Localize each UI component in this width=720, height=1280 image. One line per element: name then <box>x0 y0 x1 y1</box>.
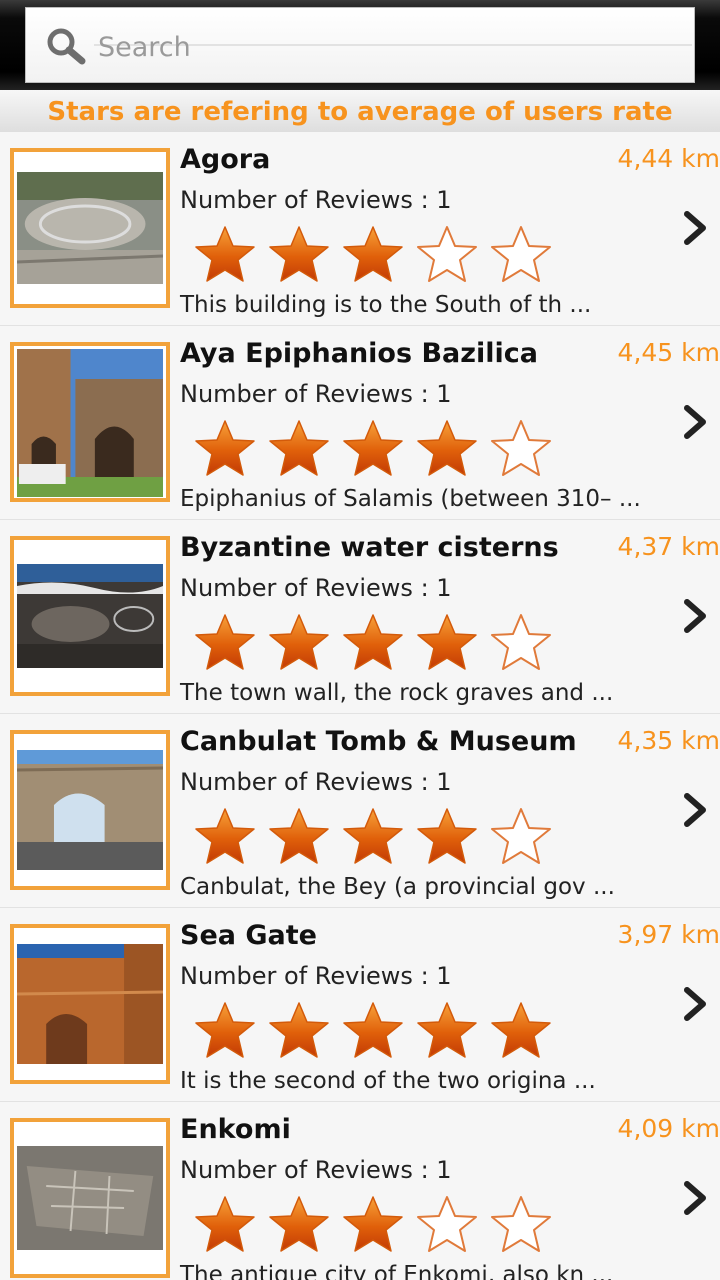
star-filled-icon <box>417 614 477 670</box>
review-count: Number of Reviews : 1 <box>180 962 452 990</box>
chevron-right-icon[interactable] <box>680 208 710 248</box>
place-title: Canbulat Tomb & Museum <box>180 726 577 757</box>
place-thumbnail <box>10 924 170 1084</box>
review-count: Number of Reviews : 1 <box>180 380 452 408</box>
review-count: Number of Reviews : 1 <box>180 574 452 602</box>
place-description: Epiphanius of Salamis (between 310– ... <box>180 486 641 512</box>
place-thumbnail <box>10 148 170 308</box>
star-filled-icon <box>343 1002 403 1058</box>
list-item[interactable]: Sea Gate 3,97 km Number of Reviews : 1 I… <box>0 908 720 1102</box>
star-filled-icon <box>343 614 403 670</box>
star-filled-icon <box>269 1002 329 1058</box>
star-filled-icon <box>269 808 329 864</box>
rating-info-banner: Stars are refering to average of users r… <box>0 90 720 132</box>
review-count: Number of Reviews : 1 <box>180 186 452 214</box>
top-bar <box>0 0 720 90</box>
chevron-right-icon[interactable] <box>680 790 710 830</box>
star-rating <box>192 224 572 284</box>
place-title: Agora <box>180 144 271 175</box>
place-description: Canbulat, the Bey (a provincial gov ... <box>180 874 615 900</box>
place-distance: 3,97 km <box>617 920 720 949</box>
star-rating <box>192 418 572 478</box>
star-filled-icon <box>195 1002 255 1058</box>
list-item[interactable]: Aya Epiphanios Bazilica 4,45 km Number o… <box>0 326 720 520</box>
search-input[interactable] <box>98 26 678 68</box>
place-description: This building is to the South of th ... <box>180 292 592 318</box>
star-filled-icon <box>195 1196 255 1252</box>
place-title: Aya Epiphanios Bazilica <box>180 338 538 369</box>
star-filled-icon <box>195 226 255 282</box>
star-empty-icon <box>491 1196 551 1252</box>
star-filled-icon <box>195 614 255 670</box>
list-item[interactable]: Byzantine water cisterns 4,37 km Number … <box>0 520 720 714</box>
place-title: Sea Gate <box>180 920 317 951</box>
star-filled-icon <box>491 1002 551 1058</box>
star-empty-icon <box>417 1196 477 1252</box>
star-filled-icon <box>417 420 477 476</box>
place-distance: 4,44 km <box>617 144 720 173</box>
star-filled-icon <box>195 420 255 476</box>
place-distance: 4,37 km <box>617 532 720 561</box>
place-distance: 4,09 km <box>617 1114 720 1143</box>
place-description: The town wall, the rock graves and ... <box>180 680 614 706</box>
place-thumbnail <box>10 1118 170 1278</box>
place-distance: 4,35 km <box>617 726 720 755</box>
chevron-right-icon[interactable] <box>680 1178 710 1218</box>
place-description: The antique city of Enkomi, also kn ... <box>180 1262 614 1280</box>
star-filled-icon <box>269 420 329 476</box>
search-icon <box>47 28 86 65</box>
review-count: Number of Reviews : 1 <box>180 768 452 796</box>
chevron-right-icon[interactable] <box>680 402 710 442</box>
place-thumbnail <box>10 730 170 890</box>
star-filled-icon <box>195 808 255 864</box>
places-list: Agora 4,44 km Number of Reviews : 1 This… <box>0 132 720 1280</box>
list-item[interactable]: Agora 4,44 km Number of Reviews : 1 This… <box>0 132 720 326</box>
star-filled-icon <box>343 808 403 864</box>
star-rating <box>192 1194 572 1254</box>
place-distance: 4,45 km <box>617 338 720 367</box>
chevron-right-icon[interactable] <box>680 984 710 1024</box>
star-filled-icon <box>417 1002 477 1058</box>
star-filled-icon <box>417 808 477 864</box>
star-filled-icon <box>269 226 329 282</box>
star-filled-icon <box>343 1196 403 1252</box>
star-filled-icon <box>269 614 329 670</box>
star-empty-icon <box>491 420 551 476</box>
place-title: Byzantine water cisterns <box>180 532 559 563</box>
star-empty-icon <box>491 808 551 864</box>
star-filled-icon <box>343 226 403 282</box>
chevron-right-icon[interactable] <box>680 596 710 636</box>
place-description: It is the second of the two origina ... <box>180 1068 596 1094</box>
star-empty-icon <box>491 226 551 282</box>
star-empty-icon <box>417 226 477 282</box>
list-item[interactable]: Enkomi 4,09 km Number of Reviews : 1 The… <box>0 1102 720 1280</box>
review-count: Number of Reviews : 1 <box>180 1156 452 1184</box>
place-thumbnail <box>10 342 170 502</box>
star-filled-icon <box>343 420 403 476</box>
place-thumbnail <box>10 536 170 696</box>
place-title: Enkomi <box>180 1114 291 1145</box>
star-rating <box>192 612 572 672</box>
star-rating <box>192 806 572 866</box>
star-empty-icon <box>491 614 551 670</box>
star-filled-icon <box>269 1196 329 1252</box>
search-box[interactable] <box>25 7 695 83</box>
list-item[interactable]: Canbulat Tomb & Museum 4,35 km Number of… <box>0 714 720 908</box>
star-rating <box>192 1000 572 1060</box>
